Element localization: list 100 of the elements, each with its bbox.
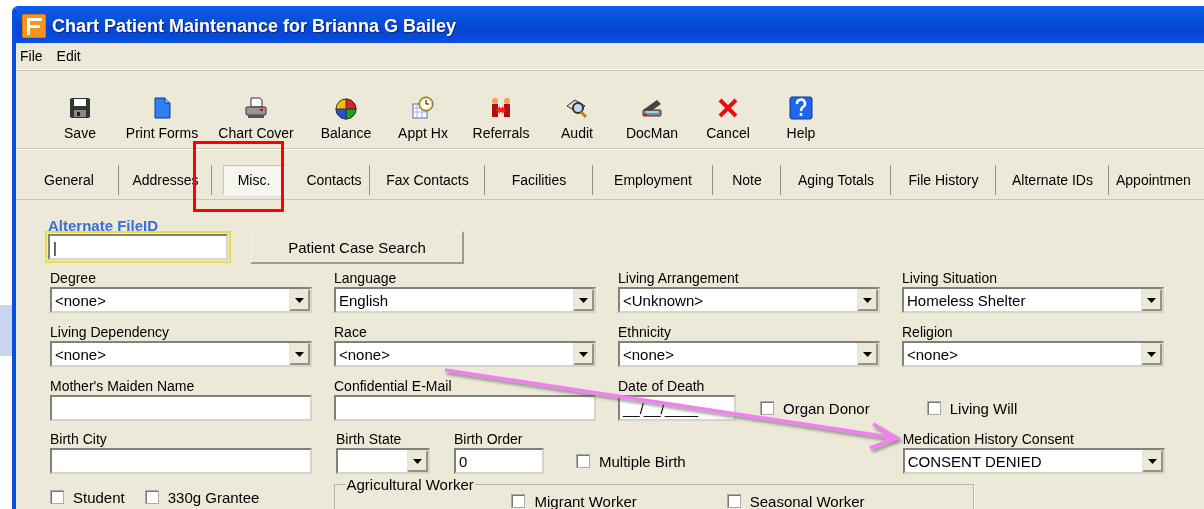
tab[interactable]: Appointmen	[1110, 165, 1204, 195]
caret-icon	[863, 351, 872, 357]
checkbox-label: Student	[73, 488, 125, 506]
tab[interactable]: Note	[714, 165, 782, 195]
dropdown-button[interactable]	[857, 289, 878, 311]
patient-case-search-button[interactable]: Patient Case Search	[250, 231, 464, 264]
caret-icon	[295, 351, 304, 357]
checkbox-box[interactable]	[726, 494, 741, 508]
help-icon	[789, 96, 813, 120]
toolbar-button[interactable]: Balance	[308, 96, 384, 148]
app-logo-icon	[22, 14, 46, 38]
toolbar-button[interactable]: Print Forms	[120, 96, 204, 148]
dropdown-button[interactable]	[407, 450, 428, 472]
caret-icon	[295, 297, 304, 303]
field-label: Living Arrangement	[618, 270, 740, 287]
input-field[interactable]	[50, 395, 312, 421]
dropdown-button[interactable]	[289, 343, 310, 365]
checkbox-box[interactable]	[144, 490, 159, 504]
caret-icon	[579, 297, 588, 303]
dropdown-field[interactable]: <none>	[334, 341, 596, 367]
field-label: Confidential E-Mail	[334, 378, 453, 395]
checkbox[interactable]: Seasonal Worker	[726, 488, 865, 509]
caret-icon	[579, 351, 588, 357]
pie-chart-icon	[334, 96, 358, 120]
caret-icon	[1147, 297, 1156, 303]
clock-calendar-icon	[411, 96, 435, 120]
dropdown-button[interactable]	[1141, 343, 1162, 365]
toolbar-button[interactable]: DocMan	[614, 96, 690, 148]
group-label: Agricultural Worker	[345, 476, 475, 493]
dropdown-field[interactable]: CONSENT DENIED	[902, 448, 1165, 474]
dropdown-button[interactable]	[857, 343, 878, 365]
field-label: Mother's Maiden Name	[50, 378, 196, 395]
dropdown-button[interactable]	[1141, 289, 1162, 311]
field-label: Date of Death	[618, 378, 706, 395]
input-field[interactable]: 0	[454, 448, 544, 474]
dropdown-field[interactable]: <none>	[618, 341, 880, 367]
toolbar-button[interactable]: Referrals	[462, 96, 540, 148]
field-label: Birth City	[50, 431, 108, 448]
checkbox-box[interactable]	[760, 401, 774, 415]
dropdown-button[interactable]	[1141, 450, 1163, 472]
close-icon	[716, 96, 740, 120]
field-label: Living Dependency	[50, 324, 171, 341]
toolbar-button[interactable]: Help	[766, 96, 836, 148]
dropdown-field[interactable]: English	[334, 287, 596, 313]
people-arrows-icon	[489, 96, 513, 120]
checkbox[interactable]: Living Will	[926, 395, 1018, 421]
field-label: Birth Order	[454, 431, 524, 448]
field-label: Language	[334, 270, 398, 287]
checkbox-label: Organ Donor	[783, 399, 870, 417]
dropdown-button[interactable]	[573, 289, 594, 311]
toolbar-button[interactable]: Audit	[540, 96, 614, 148]
checkbox-label: 330g Grantee	[167, 488, 260, 506]
field-label: Birth State	[336, 431, 403, 448]
caret-icon	[1147, 351, 1156, 357]
checkbox-box[interactable]	[576, 454, 590, 468]
toolbar-button[interactable]: Cancel	[690, 96, 766, 148]
checkbox-box[interactable]	[926, 401, 941, 415]
field-label: Alternate FileID	[48, 217, 160, 234]
field-label: Living Situation	[902, 270, 998, 287]
checkbox[interactable]: Migrant Worker	[511, 488, 637, 509]
input-field[interactable]: |	[48, 234, 228, 260]
menu-item[interactable]: File	[20, 48, 43, 64]
checkbox-label: Migrant Worker	[534, 492, 637, 509]
dropdown-field[interactable]: <none>	[50, 287, 312, 313]
toolbar-button[interactable]: Chart Cover	[204, 96, 308, 148]
caret-icon	[1147, 458, 1157, 464]
tab[interactable]: File History	[892, 165, 997, 195]
input-field[interactable]	[334, 395, 596, 421]
toolbar-button[interactable]: Save	[40, 96, 120, 148]
tab[interactable]: Facilities	[486, 165, 594, 195]
checkbox[interactable]: Multiple Birth	[576, 448, 686, 474]
dropdown-field[interactable]: Homeless Shelter	[902, 287, 1164, 313]
window-title: Chart Patient Maintenance for Brianna G Bailey	[52, 15, 457, 37]
field-label: Religion	[902, 324, 954, 341]
tab[interactable]: Alternate IDs	[997, 165, 1110, 195]
checkbox-label: Multiple Birth	[599, 452, 686, 470]
toolbar-button[interactable]: Appt Hx	[384, 96, 462, 148]
checkbox[interactable]: Student	[50, 484, 125, 509]
checkbox[interactable]: Organ Donor	[760, 395, 870, 421]
tab[interactable]: Fax Contacts	[371, 165, 486, 195]
tab[interactable]: Aging Totals	[782, 165, 892, 195]
dropdown-field[interactable]: <none>	[902, 341, 1164, 367]
checkbox[interactable]: 330g Grantee	[144, 484, 260, 509]
tab[interactable]: Misc.	[223, 165, 285, 195]
field-label: Ethnicity	[618, 324, 672, 341]
dropdown-field[interactable]: <none>	[50, 341, 312, 367]
dropdown-button[interactable]	[573, 343, 594, 365]
checkbox-box[interactable]	[50, 490, 64, 504]
dropdown-field[interactable]: <Unknown>	[618, 287, 880, 313]
printer-icon	[244, 96, 268, 120]
menu-item[interactable]: Edit	[56, 48, 81, 64]
dropdown-button[interactable]	[289, 289, 310, 311]
caret-icon	[863, 297, 872, 303]
tab[interactable]: General	[20, 165, 120, 195]
tab[interactable]: Employment	[594, 165, 714, 195]
tab[interactable]: Contacts	[299, 165, 371, 195]
checkbox-box[interactable]	[511, 494, 526, 508]
input-field[interactable]	[50, 448, 312, 474]
checkbox-label: Seasonal Worker	[749, 492, 865, 509]
dropdown-field[interactable]	[336, 448, 430, 474]
